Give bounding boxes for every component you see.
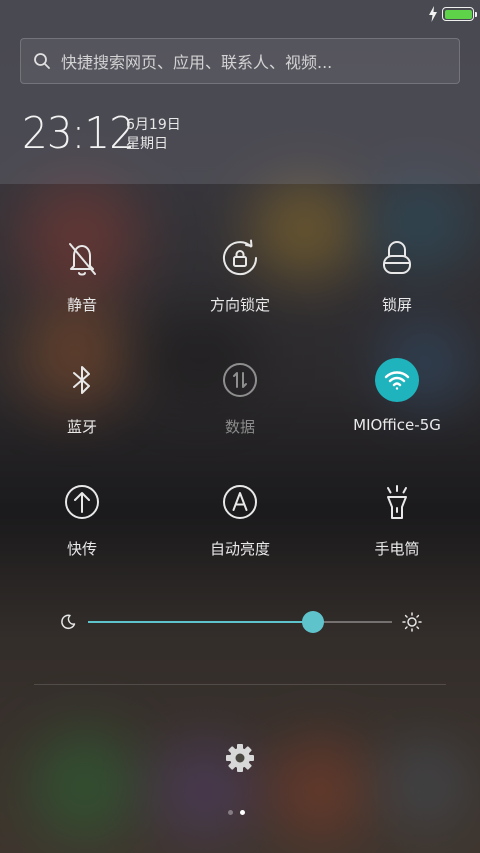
toggle-label: 方向锁定 [209,296,270,314]
bell-off-icon [69,243,96,276]
page-indicator [228,810,245,815]
toggle-label: 静音 [66,296,97,314]
toggle-label: MIOffice-5G [353,416,441,434]
upload-arrow-icon [65,485,99,519]
toggle-rotation-lock[interactable]: 方向锁定 [160,236,320,336]
toggle-label: 快传 [66,540,97,558]
flashlight-icon [387,485,407,519]
toggle-label: 自动亮度 [209,540,270,558]
mobile-data-icon [223,363,257,397]
search-input[interactable]: 快捷搜索网页、应用、联系人、视频... [20,38,460,84]
page-dot[interactable] [228,810,233,815]
bluetooth-icon [73,366,90,394]
divider [34,684,446,685]
clock-time[interactable]: 23:12 [22,106,135,162]
auto-brightness-icon [223,485,257,519]
toggle-bluetooth[interactable]: 蓝牙 [2,358,162,458]
toggle-label: 锁屏 [381,296,412,314]
status-bar [0,0,480,28]
rotation-lock-icon [223,239,258,276]
toggle-label: 数据 [224,418,255,436]
weekday-label: 星期日 [126,136,168,152]
wifi-active-indicator [375,358,419,402]
page-dot-active[interactable] [240,810,245,815]
search-icon [34,53,50,69]
moon-icon [61,614,76,630]
search-placeholder: 快捷搜索网页、应用、联系人、视频... [61,53,333,72]
brightness-slider[interactable] [56,604,426,640]
toggle-mute[interactable]: 静音 [2,236,162,336]
toggle-quick-share[interactable]: 快传 [2,480,162,580]
lock-icon [383,241,411,274]
toggle-wifi[interactable]: MIOffice-5G [317,358,477,458]
brightness-track[interactable] [88,611,392,633]
toggle-flashlight[interactable]: 手电筒 [317,480,477,580]
brightness-thumb[interactable] [301,611,324,633]
gear-icon[interactable] [222,740,258,776]
battery-icon [442,7,477,21]
toggle-label: 手电筒 [374,540,420,558]
toggle-lock-screen[interactable]: 锁屏 [317,236,477,336]
toggle-mobile-data[interactable]: 数据 [160,358,320,458]
sun-icon [402,612,422,632]
date-label: 6月19日 [126,117,181,133]
brightness-fill [88,621,313,623]
toggle-label: 蓝牙 [66,418,97,436]
lightning-icon [429,6,437,22]
wifi-icon [384,371,410,390]
battery-level [444,9,472,19]
toggle-auto-brightness[interactable]: 自动亮度 [160,480,320,580]
date-block[interactable]: 6月19日 星期日 [126,116,181,154]
